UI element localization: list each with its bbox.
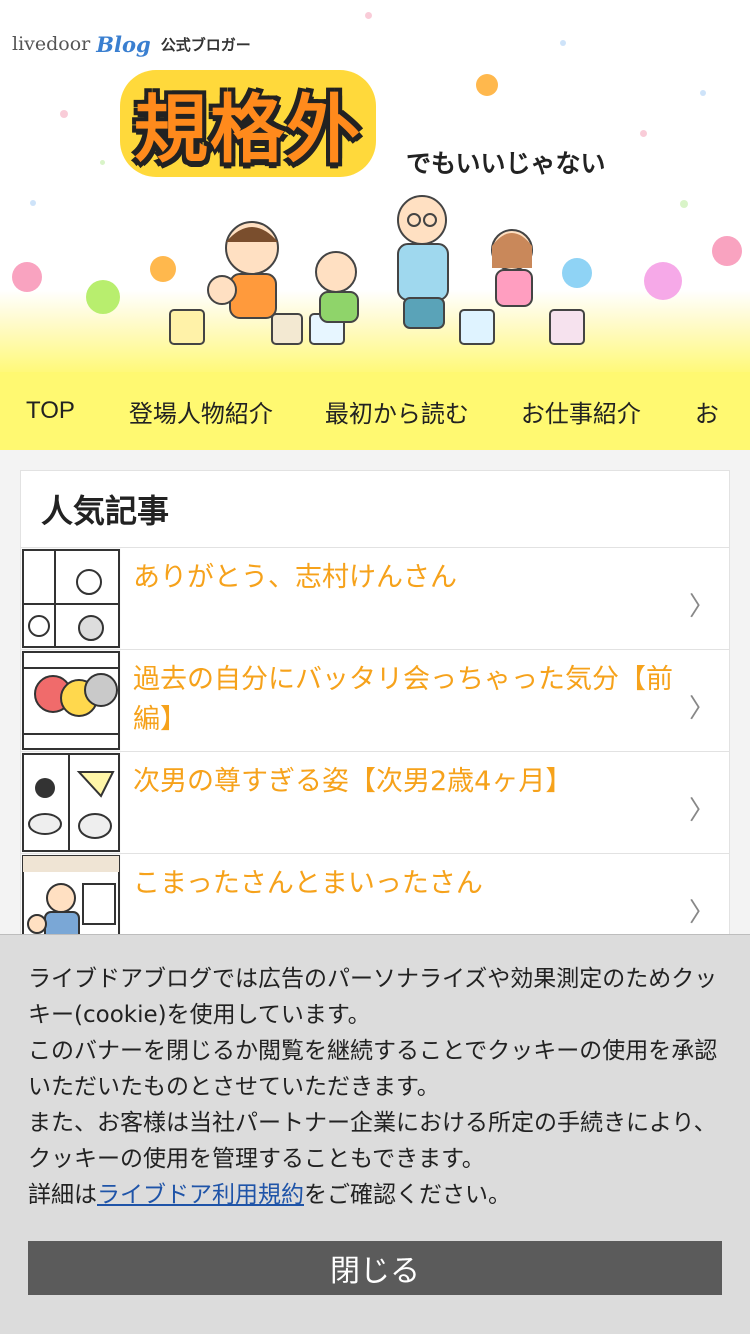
article-thumbnail xyxy=(21,650,121,751)
blog-logo[interactable]: 規格外 でもいいじゃない xyxy=(120,70,606,190)
confetti-dot xyxy=(30,200,36,206)
confetti-dot xyxy=(680,200,688,208)
blog-wordmark: Blog xyxy=(96,31,151,57)
cookie-notice-text: ライブドアブログでは広告のパーソナライズや効果測定のためクッキー(cookie)… xyxy=(28,961,718,1213)
livedoor-wordmark: livedoor xyxy=(12,33,91,55)
confetti-dot xyxy=(60,110,68,118)
comic-thumbnail-image xyxy=(22,651,120,750)
confetti-dot xyxy=(100,160,105,165)
official-blogger-label: 公式ブロガー xyxy=(160,35,251,54)
chevron-right-icon: 〉 xyxy=(688,898,715,928)
nav-item-characters[interactable]: 登場人物紹介 xyxy=(129,394,273,429)
close-button[interactable]: 閉じる xyxy=(28,1241,722,1295)
article-thumbnail xyxy=(21,548,121,649)
paint-splash xyxy=(712,236,742,266)
cookie-consent-banner: ライブドアブログでは広告のパーソナライズや効果測定のためクッキー(cookie)… xyxy=(0,934,750,1334)
chevron-right-icon: 〉 xyxy=(688,592,715,622)
comic-thumbnail-image xyxy=(22,753,120,852)
article-item[interactable]: 過去の自分にバッタリ会っちゃった気分【前編】 〉 xyxy=(21,650,729,752)
chevron-right-icon: 〉 xyxy=(688,694,715,724)
cookie-notice-line: また、お客様は当社パートナー企業における所定の手続きにより、クッキーの使用を管理… xyxy=(28,1110,717,1172)
popular-articles-heading: 人気記事 xyxy=(21,471,729,548)
livedoor-blog-badge[interactable]: livedoor Blog 公式ブロガー xyxy=(12,30,251,58)
family-illustration xyxy=(169,195,585,345)
nav-item-top[interactable]: TOP xyxy=(26,397,75,425)
logo-subtitle: でもいいじゃない xyxy=(406,149,606,178)
blog-header: livedoor Blog 公式ブロガー 規格外 でもいいじゃない xyxy=(0,0,750,372)
comic-thumbnail-image xyxy=(22,549,120,648)
cookie-detail-prefix: 詳細は xyxy=(28,1182,97,1208)
cookie-detail-suffix: をご確認ください。 xyxy=(304,1182,511,1208)
cookie-detail-line: 詳細はライブドア利用規約をご確認ください。 xyxy=(28,1177,718,1213)
confetti-dot xyxy=(365,12,372,19)
article-thumbnail xyxy=(21,752,121,853)
article-item[interactable]: ありがとう、志村けんさん 〉 xyxy=(21,548,729,650)
logo-title: 規格外 xyxy=(120,70,376,177)
article-title: 次男の尊すぎる姿【次男2歳4ヶ月】 xyxy=(133,766,573,797)
paint-splash xyxy=(644,262,682,300)
chevron-right-icon: 〉 xyxy=(688,796,715,826)
nav-item-read-from-start[interactable]: 最初から読む xyxy=(325,394,469,429)
nav-item-work[interactable]: お仕事紹介 xyxy=(521,394,641,429)
article-title: ありがとう、志村けんさん xyxy=(133,562,457,593)
global-nav: TOP 登場人物紹介 最初から読む お仕事紹介 お xyxy=(0,372,750,450)
paint-splash xyxy=(12,262,42,292)
confetti-dot xyxy=(700,90,706,96)
cookie-notice-line: このバナーを閉じるか閲覧を継続することでクッキーの使用を承認いただいたものとさせ… xyxy=(28,1038,718,1100)
popular-articles-card: 人気記事 ありがとう、志村けんさん 〉 過去の自分にバッタリ会っちゃった気分【前… xyxy=(20,470,730,957)
confetti-dot xyxy=(640,130,647,137)
article-title: 過去の自分にバッタリ会っちゃった気分【前編】 xyxy=(133,664,673,735)
cookie-notice-line: ライブドアブログでは広告のパーソナライズや効果測定のためクッキー(cookie)… xyxy=(28,966,718,1028)
terms-link[interactable]: ライブドア利用規約 xyxy=(97,1182,304,1208)
article-item[interactable]: 次男の尊すぎる姿【次男2歳4ヶ月】 〉 xyxy=(21,752,729,854)
nav-item-more[interactable]: お xyxy=(695,394,719,429)
confetti-dot xyxy=(560,40,566,46)
paint-splash xyxy=(86,280,120,314)
